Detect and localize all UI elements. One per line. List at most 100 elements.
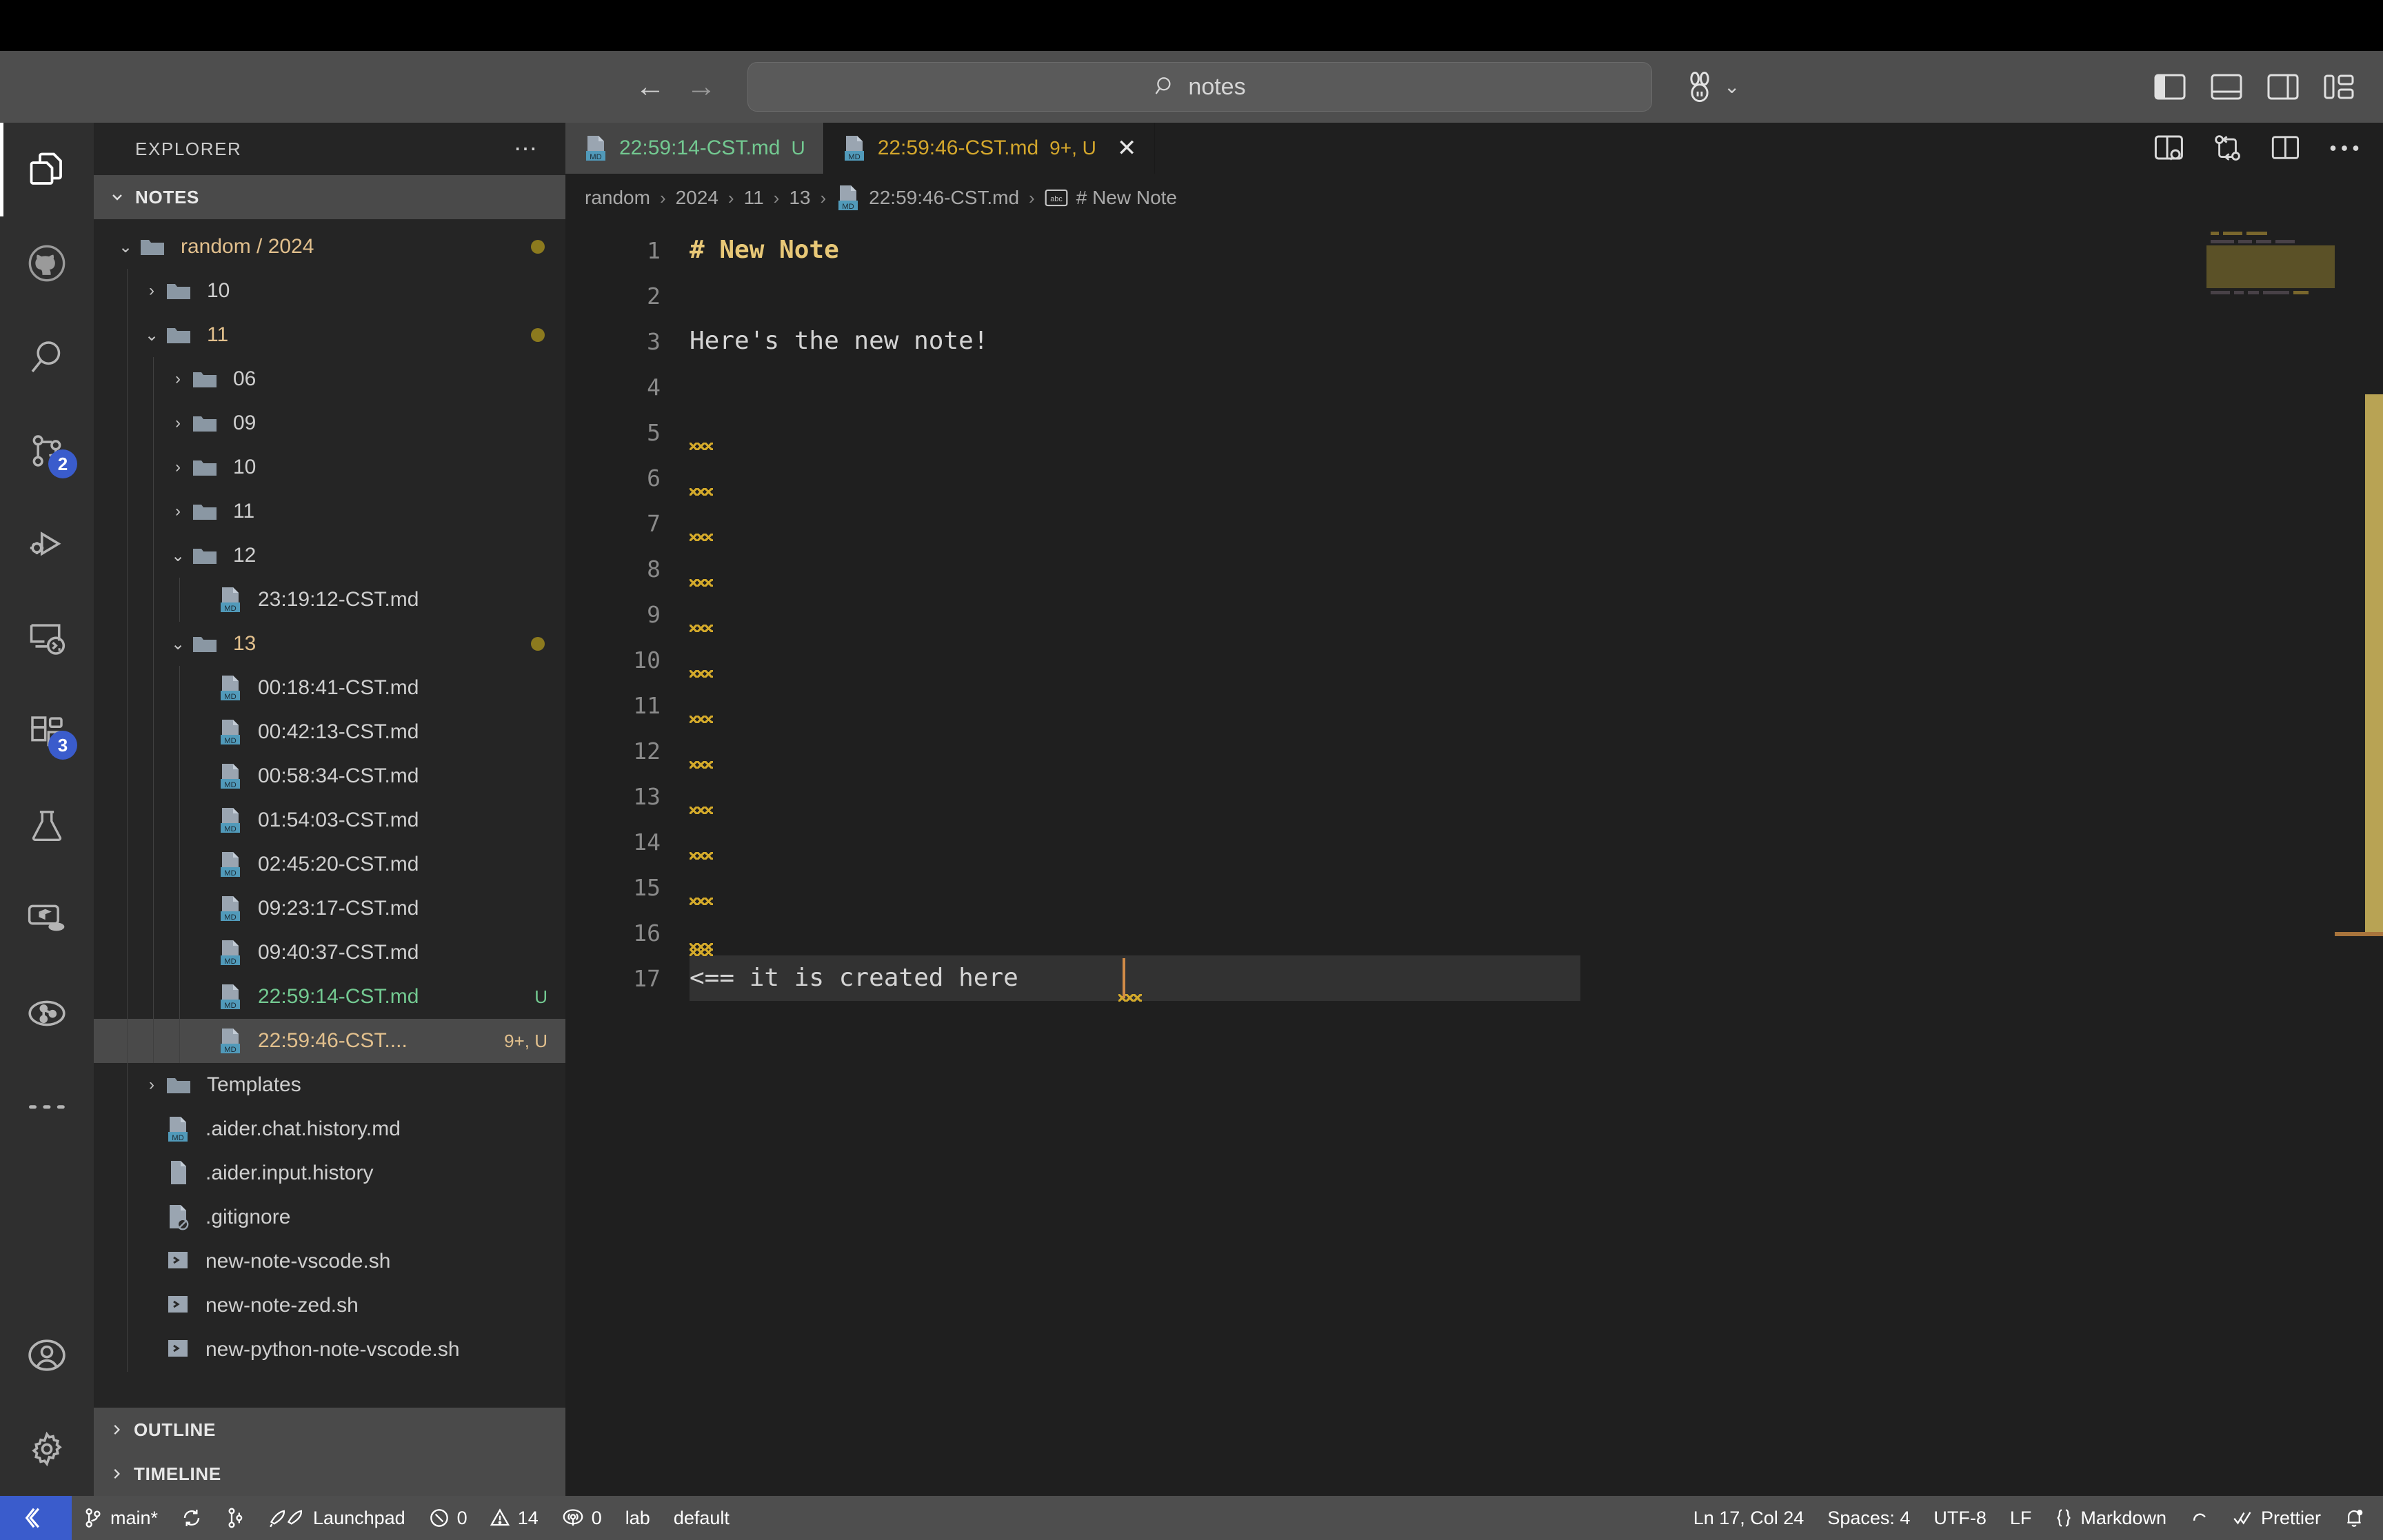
coderabbit-menu[interactable]: ⌄ xyxy=(1685,70,1740,103)
breadcrumb-item[interactable]: 11 xyxy=(744,187,764,209)
editor-body[interactable]: 1 2 3 4 5 6 7 8 9 10 11 12 13 14 15 16 17 # New Note Here… xyxy=(565,222,2383,1496)
breadcrumb-item[interactable]: 13 xyxy=(789,187,810,209)
split-editor-search-icon[interactable] xyxy=(2154,134,2184,162)
activity-item-extensions[interactable]: 3 xyxy=(0,685,94,779)
breadcrumb-item[interactable]: random xyxy=(585,187,650,209)
warning-squiggle xyxy=(690,716,713,724)
chevron-down-icon[interactable]: ⌄ xyxy=(164,634,192,654)
toggle-secondary-sidebar-button[interactable] xyxy=(2267,73,2299,101)
breadcrumb-item[interactable]: MD 22:59:46-CST.md xyxy=(836,184,1019,212)
code-area[interactable]: # New Note Here's the new note! <== it is … xyxy=(690,222,2383,1496)
status-encoding[interactable]: UTF-8 xyxy=(1922,1496,1998,1540)
tree-row[interactable]: ⌄ 12 xyxy=(94,534,565,578)
activity-item-remote-explorer[interactable] xyxy=(0,591,94,685)
chevron-right-icon[interactable]: › xyxy=(164,458,192,477)
remote-window-button[interactable] xyxy=(0,1496,72,1540)
status-notifications[interactable] xyxy=(2333,1496,2383,1540)
tree-row[interactable]: › 10 xyxy=(94,269,565,313)
status-language-mode[interactable]: Markdown xyxy=(2043,1496,2178,1540)
split-editor-icon[interactable] xyxy=(2271,134,2300,162)
code-line[interactable]: # New Note xyxy=(690,227,839,273)
activity-item-testing[interactable] xyxy=(0,779,94,873)
status-git-changes[interactable] xyxy=(214,1496,257,1540)
tree-row[interactable]: MD 01:54:03-CST.md xyxy=(94,798,565,842)
tree-row[interactable]: ⌄ random / 2024 xyxy=(94,225,565,269)
outline-section[interactable]: OUTLINE xyxy=(94,1408,565,1452)
tree-row[interactable]: MD 22:59:14-CST.md U xyxy=(94,975,565,1019)
tree-row[interactable]: MD 09:40:37-CST.md xyxy=(94,931,565,975)
chevron-right-icon[interactable]: › xyxy=(164,502,192,521)
tree-row[interactable]: MD 00:18:41-CST.md xyxy=(94,666,565,710)
toggle-panel-button[interactable] xyxy=(2211,73,2242,101)
activity-item-explorer[interactable] xyxy=(0,123,94,216)
more-actions-icon[interactable] xyxy=(2329,143,2360,154)
tree-row[interactable]: MD 02:45:20-CST.md xyxy=(94,842,565,886)
status-sync[interactable] xyxy=(170,1496,214,1540)
code-line[interactable]: Here's the new note! xyxy=(690,318,988,364)
chevron-right-icon[interactable]: › xyxy=(138,281,165,301)
status-spinner[interactable] xyxy=(2178,1496,2221,1540)
back-button[interactable]: ← xyxy=(634,71,666,103)
chevron-down-icon[interactable]: ⌄ xyxy=(164,546,192,566)
tree-row[interactable]: MD .aider.chat.history.md xyxy=(94,1107,565,1151)
code-line[interactable]: <== it is created here xyxy=(690,955,1034,1001)
status-ports[interactable]: 0 xyxy=(550,1496,614,1540)
tree-row[interactable]: › 06 xyxy=(94,357,565,401)
toggle-primary-sidebar-button[interactable] xyxy=(2154,73,2186,101)
status-default[interactable]: default xyxy=(662,1496,741,1540)
chevron-down-icon[interactable]: ⌄ xyxy=(112,237,139,257)
tree-row[interactable]: new-python-note-vscode.sh xyxy=(94,1328,565,1372)
activity-item-more-views[interactable] xyxy=(0,1060,94,1154)
chevron-right-icon[interactable]: › xyxy=(138,1075,165,1095)
tree-row[interactable]: MD 00:42:13-CST.md xyxy=(94,710,565,754)
breadcrumb-item[interactable]: abc # New Note xyxy=(1045,187,1177,209)
compare-changes-icon[interactable] xyxy=(2213,134,2242,163)
tree-row[interactable]: › Templates xyxy=(94,1063,565,1107)
tree-row[interactable]: MD 00:58:34-CST.md xyxy=(94,754,565,798)
activity-item-pipelines[interactable] xyxy=(0,966,94,1060)
chevron-down-icon[interactable]: ⌄ xyxy=(138,325,165,345)
activity-item-source-control[interactable]: 2 xyxy=(0,404,94,498)
tree-row[interactable]: ⌄ 11 xyxy=(94,313,565,357)
editor-tab[interactable]: MD 22:59:46-CST.md 9+, U ✕ xyxy=(823,123,1156,174)
tree-row[interactable]: › 11 xyxy=(94,489,565,534)
editor-scrollbar[interactable] xyxy=(2335,222,2383,1496)
tree-row[interactable]: .gitignore xyxy=(94,1195,565,1239)
command-center[interactable]: notes xyxy=(747,62,1652,112)
activity-item-search[interactable] xyxy=(0,310,94,404)
tree-row[interactable]: MD 22:59:46-CST.... 9+, U xyxy=(94,1019,565,1063)
explorer-section-notes[interactable]: NOTES xyxy=(94,175,565,219)
status-branch[interactable]: main* xyxy=(72,1496,170,1540)
tree-row[interactable]: .aider.input.history xyxy=(94,1151,565,1195)
tree-row[interactable]: new-note-vscode.sh xyxy=(94,1239,565,1284)
editor-tab[interactable]: MD 22:59:14-CST.md U xyxy=(565,123,824,174)
close-icon[interactable]: ✕ xyxy=(1117,136,1137,160)
forward-button[interactable]: → xyxy=(685,71,717,103)
status-problems[interactable]: 0 14 xyxy=(417,1496,550,1540)
activity-item-accounts[interactable] xyxy=(0,1308,94,1402)
breadcrumb-item[interactable]: 2024 xyxy=(676,187,718,209)
minimap[interactable] xyxy=(2206,222,2335,1496)
activity-item-manage[interactable] xyxy=(0,1402,94,1496)
tree-row[interactable]: MD 09:23:17-CST.md xyxy=(94,886,565,931)
tree-row[interactable]: › 10 xyxy=(94,445,565,489)
tree-row[interactable]: new-note-zed.sh xyxy=(94,1284,565,1328)
activity-item-github[interactable] xyxy=(0,216,94,310)
timeline-section[interactable]: TIMELINE xyxy=(94,1452,565,1496)
status-launchpad[interactable]: Launchpad xyxy=(257,1496,417,1540)
tree-row[interactable]: › 09 xyxy=(94,401,565,445)
status-indentation[interactable]: Spaces: 4 xyxy=(1816,1496,1922,1540)
activity-item-docker[interactable] xyxy=(0,873,94,966)
activity-item-run-and-debug[interactable] xyxy=(0,498,94,591)
status-prettier[interactable]: Prettier xyxy=(2221,1496,2333,1540)
file-tree: ⌄ random / 2024 › 10 ⌄ 11 › 06 › 09 › 10 › 11 ⌄… xyxy=(94,219,565,1408)
chevron-right-icon[interactable]: › xyxy=(164,369,192,389)
sidebar-more-actions-icon[interactable]: ⋯ xyxy=(514,135,539,163)
tree-row[interactable]: ⌄ 13 xyxy=(94,622,565,666)
customize-layout-button[interactable] xyxy=(2324,73,2355,101)
tree-row[interactable]: MD 23:19:12-CST.md xyxy=(94,578,565,622)
status-lab[interactable]: lab xyxy=(614,1496,662,1540)
status-eol[interactable]: LF xyxy=(1998,1496,2044,1540)
chevron-right-icon[interactable]: › xyxy=(164,414,192,433)
status-cursor-position[interactable]: Ln 17, Col 24 xyxy=(1682,1496,1816,1540)
